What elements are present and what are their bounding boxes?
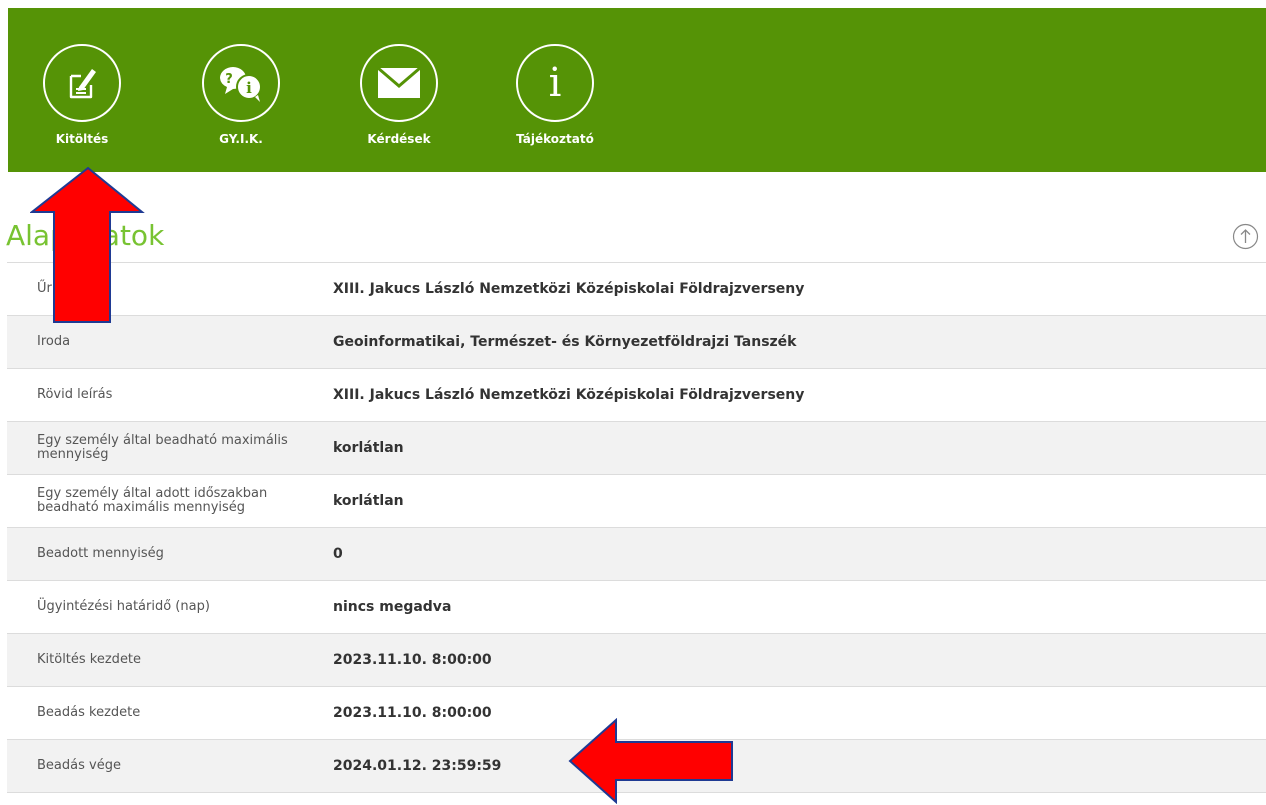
details-row: Beadás vége 2024.01.12. 23:59:59 (7, 739, 1266, 793)
field-label: Beadott mennyiség (37, 546, 164, 561)
field-label: Rövid leírás (37, 387, 113, 402)
arrow-up-circle-icon (1232, 223, 1259, 250)
nav-button-tajekoztato[interactable]: i Tájékoztató (510, 44, 600, 146)
faq-question-glyph: ? (225, 72, 233, 87)
faq-bubbles-icon: ? i (202, 44, 280, 122)
details-row: Ügyintézési határidő (nap) nincs megadva (7, 580, 1266, 634)
envelope-icon (360, 44, 438, 122)
nav-label-kerdesek: Kérdések (367, 132, 431, 146)
faq-info-glyph: i (246, 79, 252, 97)
field-value: XIII. Jakucs László Nemzetközi Középisko… (333, 387, 805, 403)
field-value: 0 (333, 546, 343, 562)
details-row: Űrlap neve XIII. Jakucs László Nemzetköz… (7, 262, 1266, 316)
nav-label-kitoltes: Kitöltés (55, 132, 109, 146)
nav-label-gyik: GY.I.K. (219, 132, 263, 146)
info-icon: i (516, 44, 594, 122)
field-value: XIII. Jakucs László Nemzetközi Középisko… (333, 281, 805, 297)
field-value: korlátlan (333, 493, 404, 509)
field-label: Kitöltés kezdete (37, 652, 142, 667)
nav-button-kerdesek[interactable]: Kérdések (354, 44, 444, 146)
info-glyph: i (548, 60, 562, 106)
field-label: Űrlap neve (37, 281, 108, 296)
nav-button-kitoltes[interactable]: Kitöltés (37, 44, 127, 146)
details-table: Űrlap neve XIII. Jakucs László Nemzetköz… (7, 262, 1266, 793)
field-value: 2023.11.10. 8:00:00 (333, 705, 492, 721)
nav-button-gyik[interactable]: ? i GY.I.K. (196, 44, 286, 146)
field-label: Egy személy által beadható maximális men… (37, 433, 288, 462)
section-title: Alapadatok (6, 219, 165, 252)
field-value: 2023.11.10. 8:00:00 (333, 652, 492, 668)
scroll-top-button[interactable] (1232, 223, 1259, 250)
top-navigation-bar: Kitöltés ? i GY.I.K. Kérdések i Tájékozt… (8, 8, 1266, 172)
field-value: 2024.01.12. 23:59:59 (333, 758, 502, 774)
details-row: Egy személy által adott időszakban beadh… (7, 474, 1266, 528)
field-value: korlátlan (333, 440, 404, 456)
form-edit-icon (43, 44, 121, 122)
field-value: nincs megadva (333, 599, 452, 615)
details-row: Rövid leírás XIII. Jakucs László Nemzetk… (7, 368, 1266, 422)
field-label: Beadás vége (37, 758, 121, 773)
field-value: Geoinformatikai, Természet- és Környezet… (333, 334, 797, 350)
nav-label-tajekoztato: Tájékoztató (516, 132, 594, 146)
field-label: Ügyintézési határidő (nap) (37, 599, 210, 614)
details-row: Kitöltés kezdete 2023.11.10. 8:00:00 (7, 633, 1266, 687)
details-row: Iroda Geoinformatikai, Természet- és Kör… (7, 315, 1266, 369)
details-row: Beadott mennyiség 0 (7, 527, 1266, 581)
field-label: Beadás kezdete (37, 705, 141, 720)
field-label: Egy személy által adott időszakban beadh… (37, 486, 268, 515)
details-row: Egy személy által beadható maximális men… (7, 421, 1266, 475)
details-row: Beadás kezdete 2023.11.10. 8:00:00 (7, 686, 1266, 740)
field-label: Iroda (37, 334, 71, 349)
